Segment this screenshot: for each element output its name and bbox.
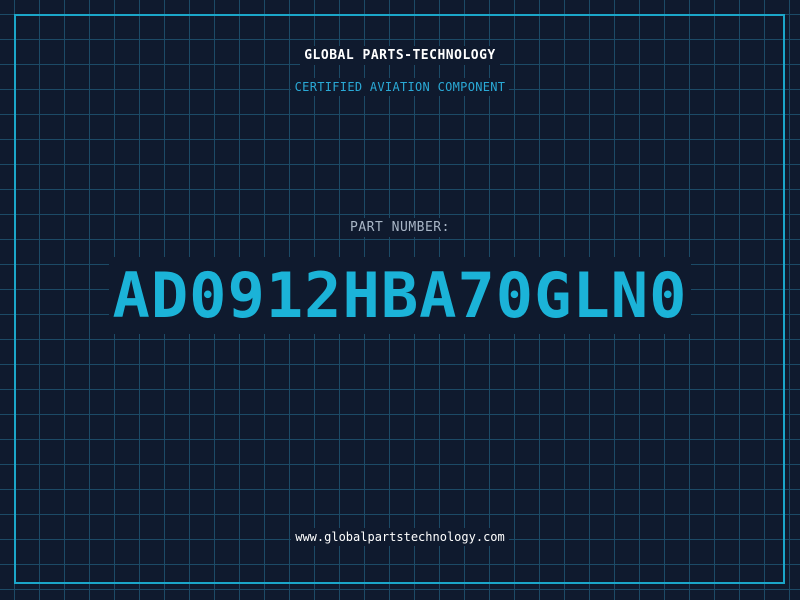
tagline: CERTIFIED AVIATION COMPONENT: [290, 78, 510, 96]
brand-title: GLOBAL PARTS-TECHNOLOGY: [300, 46, 500, 65]
label-canvas: GLOBAL PARTS-TECHNOLOGY CERTIFIED AVIATI…: [0, 0, 800, 600]
tagline-row: CERTIFIED AVIATION COMPONENT: [0, 78, 800, 96]
website-url: www.globalpartstechnology.com: [291, 528, 509, 546]
part-number-row: AD0912HBA70GLN0: [0, 256, 800, 336]
website-row: www.globalpartstechnology.com: [0, 528, 800, 546]
part-number-label-row: PART NUMBER:: [0, 218, 800, 237]
part-number-label: PART NUMBER:: [346, 218, 454, 237]
part-number-value: AD0912HBA70GLN0: [108, 257, 692, 334]
brand-title-row: GLOBAL PARTS-TECHNOLOGY: [0, 46, 800, 65]
